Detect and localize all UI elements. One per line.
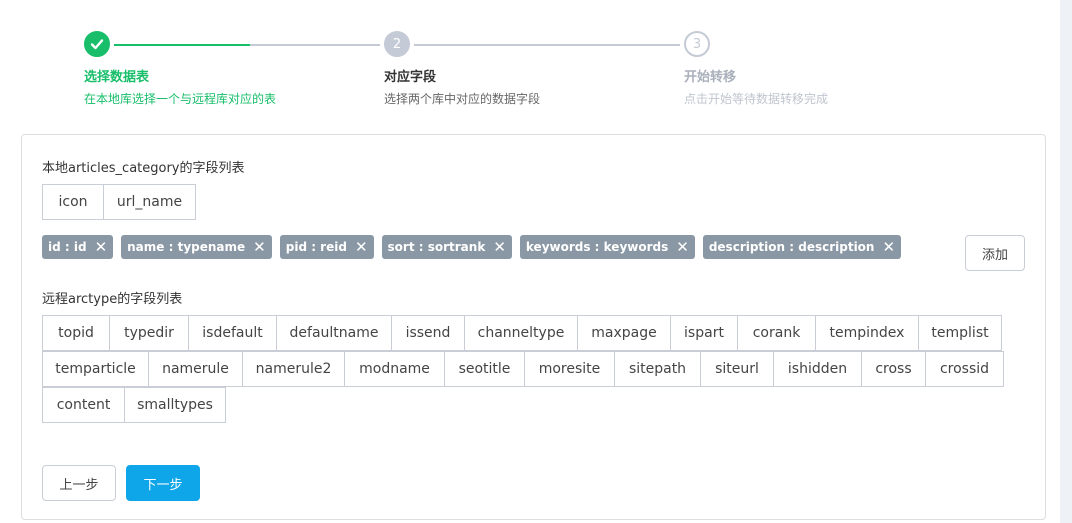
- local-field-list: icon url_name: [42, 184, 196, 220]
- remote-field-button[interactable]: tempindex: [815, 315, 919, 351]
- step-line-pending: [250, 44, 380, 46]
- step-2-title: 对应字段: [384, 70, 437, 85]
- step-line-pending-2: [414, 44, 680, 46]
- remote-field-button[interactable]: seotitle: [444, 351, 525, 387]
- remote-field-button[interactable]: ispart: [670, 315, 738, 351]
- local-field-button[interactable]: url_name: [103, 184, 196, 220]
- check-icon: [90, 39, 104, 50]
- mapping-tag-label: keywords : keywords: [525, 240, 669, 254]
- close-icon[interactable]: ✕: [676, 239, 689, 255]
- scroll-gutter: [1060, 0, 1072, 523]
- step-line-completed: [114, 44, 250, 46]
- close-icon[interactable]: ✕: [253, 239, 266, 255]
- step-3-desc: 点击开始等待数据转移完成: [684, 92, 829, 106]
- remote-field-button[interactable]: channeltype: [464, 315, 578, 351]
- close-icon[interactable]: ✕: [493, 239, 506, 255]
- add-mapping-button[interactable]: 添加: [965, 235, 1025, 271]
- mapping-tag-label: sort : sortrank: [387, 240, 486, 254]
- mapping-tag: name : typename ✕: [121, 235, 272, 259]
- steps-bar: 2 3 选择数据表 在本地库选择一个与远程库对应的表 对应字段 选择两个库中对应…: [0, 0, 1060, 130]
- remote-fields-label: 远程arctype的字段列表: [42, 292, 183, 307]
- step-2-desc: 选择两个库中对应的数据字段: [384, 92, 541, 106]
- remote-field-row-3: content smalltypes: [42, 387, 226, 423]
- remote-field-button[interactable]: ishidden: [773, 351, 862, 387]
- remote-field-button[interactable]: defaultname: [276, 315, 392, 351]
- remote-field-button[interactable]: content: [42, 387, 125, 423]
- mapping-tag-label: id : id: [48, 240, 87, 254]
- close-icon[interactable]: ✕: [95, 239, 108, 255]
- next-step-button[interactable]: 下一步: [126, 465, 200, 501]
- remote-field-button[interactable]: modname: [344, 351, 445, 387]
- local-fields-label: 本地articles_category的字段列表: [42, 161, 245, 176]
- remote-field-button[interactable]: crossid: [925, 351, 1004, 387]
- mapping-tag: sort : sortrank ✕: [381, 235, 512, 259]
- remote-field-button[interactable]: isdefault: [188, 315, 277, 351]
- remote-field-button[interactable]: temparticle: [42, 351, 149, 387]
- remote-field-button[interactable]: issend: [391, 315, 465, 351]
- remote-field-row-1: topid typedir isdefault defaultname isse…: [42, 315, 1002, 351]
- step-1-desc: 在本地库选择一个与远程库对应的表: [84, 92, 277, 106]
- step-3-title: 开始转移: [684, 70, 737, 85]
- remote-field-button[interactable]: corank: [737, 315, 816, 351]
- step-2-number: 2: [384, 31, 410, 57]
- mapping-tag-label: name : typename: [127, 240, 246, 254]
- prev-step-button[interactable]: 上一步: [42, 465, 116, 501]
- mapping-tag: keywords : keywords ✕: [519, 235, 695, 259]
- step-1-title: 选择数据表: [84, 70, 150, 85]
- remote-field-button[interactable]: cross: [861, 351, 926, 387]
- mapping-tag-label: pid : reid: [285, 240, 347, 254]
- remote-field-button[interactable]: topid: [42, 315, 110, 351]
- close-icon[interactable]: ✕: [355, 239, 368, 255]
- local-field-button[interactable]: icon: [42, 184, 104, 220]
- remote-field-button[interactable]: siteurl: [700, 351, 774, 387]
- step-3-number: 3: [684, 31, 710, 57]
- field-mapping-panel: 本地articles_category的字段列表 icon url_name i…: [21, 134, 1046, 520]
- mapping-tag: pid : reid ✕: [279, 235, 374, 259]
- remote-field-button[interactable]: templist: [918, 315, 1002, 351]
- remote-field-button[interactable]: namerule2: [242, 351, 345, 387]
- mapping-tag: description : description ✕: [702, 235, 902, 259]
- remote-field-button[interactable]: sitepath: [614, 351, 701, 387]
- mapping-tag-label: description : description: [708, 240, 875, 254]
- remote-field-button[interactable]: smalltypes: [124, 387, 226, 423]
- step-1-check-icon: [84, 31, 110, 57]
- close-icon[interactable]: ✕: [882, 239, 895, 255]
- remote-field-button[interactable]: namerule: [148, 351, 243, 387]
- remote-field-button[interactable]: typedir: [109, 315, 189, 351]
- remote-field-button[interactable]: maxpage: [577, 315, 671, 351]
- mapping-tag: id : id ✕: [42, 235, 114, 259]
- mapping-tag-list: id : id ✕ name : typename ✕ pid : reid ✕ so…: [42, 235, 909, 259]
- remote-field-row-2: temparticle namerule namerule2 modname s…: [42, 351, 1004, 387]
- remote-field-button[interactable]: moresite: [524, 351, 615, 387]
